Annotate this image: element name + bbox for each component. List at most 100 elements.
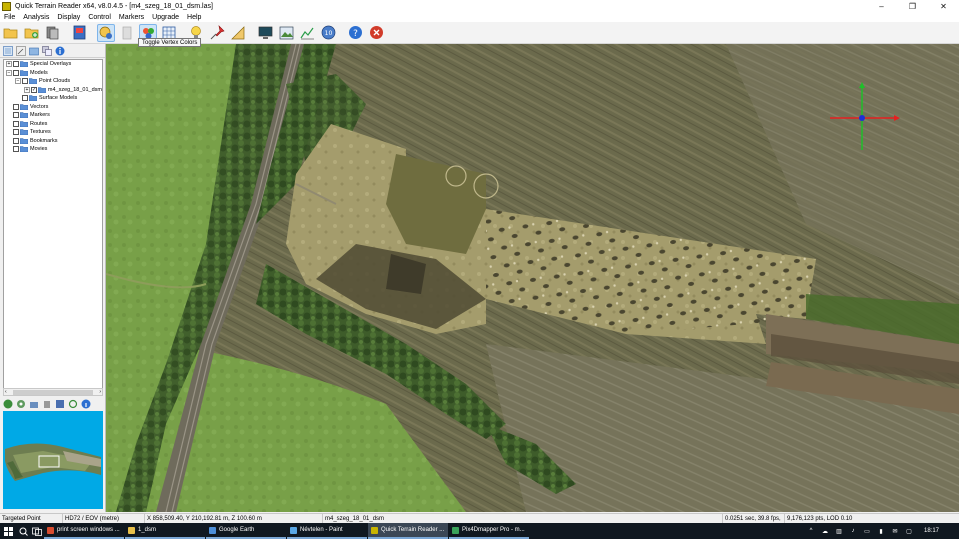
taskbar-app[interactable]: Quick Terrain Reader ... bbox=[368, 523, 448, 539]
taskbar-app[interactable]: Pix4Dmapper Pro - m... bbox=[449, 523, 529, 539]
copy-icon[interactable] bbox=[42, 45, 52, 56]
tree-item[interactable]: Markers bbox=[4, 111, 102, 120]
maximize-button[interactable]: ❐ bbox=[897, 0, 928, 12]
menu-file[interactable]: File bbox=[0, 14, 19, 21]
taskbar-app[interactable]: Névtelen - Paint bbox=[287, 523, 367, 539]
tree-checkbox[interactable] bbox=[22, 78, 28, 85]
tree-checkbox[interactable] bbox=[13, 146, 19, 153]
tree-checkbox[interactable] bbox=[13, 120, 19, 127]
tree-expander[interactable]: − bbox=[15, 78, 21, 85]
image-button[interactable] bbox=[277, 24, 295, 42]
tree-item[interactable]: Routes bbox=[4, 120, 102, 129]
open-folder-button[interactable] bbox=[1, 24, 19, 42]
add-model-button[interactable] bbox=[22, 24, 40, 42]
menu-display[interactable]: Display bbox=[53, 14, 84, 21]
tree-checkbox[interactable] bbox=[13, 103, 19, 110]
taskbar-app[interactable]: 1_dsm bbox=[125, 523, 205, 539]
tree-item[interactable]: − Point Clouds bbox=[4, 77, 102, 86]
info-icon[interactable] bbox=[55, 46, 65, 56]
gray-tool-button[interactable] bbox=[118, 24, 136, 42]
model-stack-button[interactable] bbox=[43, 24, 61, 42]
tree-item-label: Textures bbox=[30, 129, 51, 136]
minimize-button[interactable]: – bbox=[866, 0, 897, 12]
tree-horizontal-scrollbar[interactable]: ‹ › bbox=[3, 388, 103, 396]
app-icon bbox=[209, 526, 216, 534]
folder-icon bbox=[20, 70, 28, 76]
measure-button[interactable] bbox=[229, 24, 247, 42]
refresh-icon[interactable] bbox=[68, 399, 78, 409]
close-button[interactable]: ✕ bbox=[928, 0, 959, 12]
overview-minimap[interactable] bbox=[3, 411, 103, 509]
monitor-button[interactable] bbox=[256, 24, 274, 42]
notification-icon[interactable]: ✉ bbox=[890, 526, 900, 536]
tree-toolbar bbox=[0, 44, 105, 58]
keyboard-icon[interactable]: ▭ bbox=[862, 526, 872, 536]
menu-bar: File Analysis Display Control Markers Up… bbox=[0, 12, 959, 22]
exit-button[interactable] bbox=[367, 24, 385, 42]
search-button[interactable] bbox=[16, 523, 30, 539]
battery-icon[interactable]: ▮ bbox=[876, 526, 886, 536]
tree-expander[interactable]: − bbox=[6, 69, 12, 76]
3d-viewport[interactable] bbox=[106, 44, 959, 512]
display-icon[interactable]: ▢ bbox=[904, 526, 914, 536]
folder-icon bbox=[20, 129, 28, 136]
save-icon[interactable] bbox=[55, 399, 65, 409]
taskbar-app-label: Quick Terrain Reader ... bbox=[381, 527, 445, 533]
tree-checkbox[interactable] bbox=[13, 69, 19, 76]
tray-overflow-icon[interactable]: ^ bbox=[806, 526, 816, 536]
tree-item[interactable]: Vectors bbox=[4, 103, 102, 112]
profile-button[interactable] bbox=[298, 24, 316, 42]
task-view-button[interactable] bbox=[30, 523, 44, 539]
app-icon bbox=[290, 526, 297, 534]
tree-item[interactable]: Bookmarks bbox=[4, 137, 102, 146]
menu-analysis[interactable]: Analysis bbox=[19, 14, 53, 21]
tree-item[interactable]: Textures bbox=[4, 128, 102, 137]
tree-item[interactable]: + ✓ m4_szeg_18_01_dsm bbox=[4, 86, 102, 95]
help-button[interactable]: ? bbox=[346, 24, 364, 42]
search-icon bbox=[19, 527, 28, 536]
tree-item-label: m4_szeg_18_01_dsm bbox=[47, 86, 102, 93]
edit-icon[interactable] bbox=[16, 45, 26, 56]
tree-checkbox[interactable] bbox=[13, 137, 19, 144]
status-mode: Targeted Point bbox=[0, 513, 63, 524]
tree-checkbox[interactable] bbox=[13, 61, 19, 68]
taskbar-app[interactable]: print screen windows ... bbox=[44, 523, 124, 539]
tree-item[interactable]: Surface Models bbox=[4, 94, 102, 103]
document-button[interactable] bbox=[70, 24, 88, 42]
add-folder-icon[interactable] bbox=[29, 46, 39, 56]
cloud-icon[interactable]: ☁ bbox=[820, 526, 830, 536]
tree-expander[interactable]: + bbox=[6, 61, 12, 68]
menu-help[interactable]: Help bbox=[183, 14, 205, 21]
menu-markers[interactable]: Markers bbox=[115, 14, 148, 21]
scroll-thumb[interactable] bbox=[13, 389, 93, 395]
network-icon[interactable]: ▥ bbox=[834, 526, 844, 536]
settings-toggle-button[interactable] bbox=[97, 23, 115, 42]
folder-icon bbox=[20, 112, 28, 119]
start-button[interactable] bbox=[0, 523, 16, 539]
info-icon[interactable] bbox=[81, 399, 91, 409]
scroll-right-arrow[interactable]: › bbox=[99, 389, 101, 395]
globe-icon[interactable] bbox=[3, 399, 13, 409]
tree-expander[interactable]: + bbox=[24, 86, 30, 93]
marker-button[interactable] bbox=[208, 24, 226, 42]
tree-item[interactable]: Movies bbox=[4, 145, 102, 154]
tree-item[interactable]: − Models bbox=[4, 69, 102, 78]
view-list-icon[interactable] bbox=[3, 45, 13, 56]
taskbar-clock[interactable]: 18:17 bbox=[924, 528, 939, 534]
tree-item[interactable]: + Special Overlays bbox=[4, 60, 102, 69]
trash-icon[interactable] bbox=[42, 399, 52, 409]
tree-checkbox[interactable] bbox=[13, 112, 19, 119]
taskbar-app[interactable]: Google Earth bbox=[206, 523, 286, 539]
gear-icon[interactable] bbox=[16, 399, 26, 409]
camera-icon[interactable] bbox=[29, 399, 39, 409]
menu-control[interactable]: Control bbox=[84, 14, 115, 21]
scroll-left-arrow[interactable]: ‹ bbox=[5, 389, 7, 395]
point-cloud-render bbox=[106, 44, 959, 512]
model-tree-panel: + Special Overlays − Models − Point Clouds + ✓ m… bbox=[0, 44, 106, 512]
tree-checkbox[interactable]: ✓ bbox=[30, 86, 37, 93]
tree-checkbox[interactable] bbox=[22, 95, 28, 102]
speed-button[interactable]: 10 bbox=[319, 24, 337, 42]
tree-checkbox[interactable] bbox=[13, 129, 19, 136]
menu-upgrade[interactable]: Upgrade bbox=[148, 14, 183, 21]
volume-icon[interactable]: ♪ bbox=[848, 526, 858, 536]
